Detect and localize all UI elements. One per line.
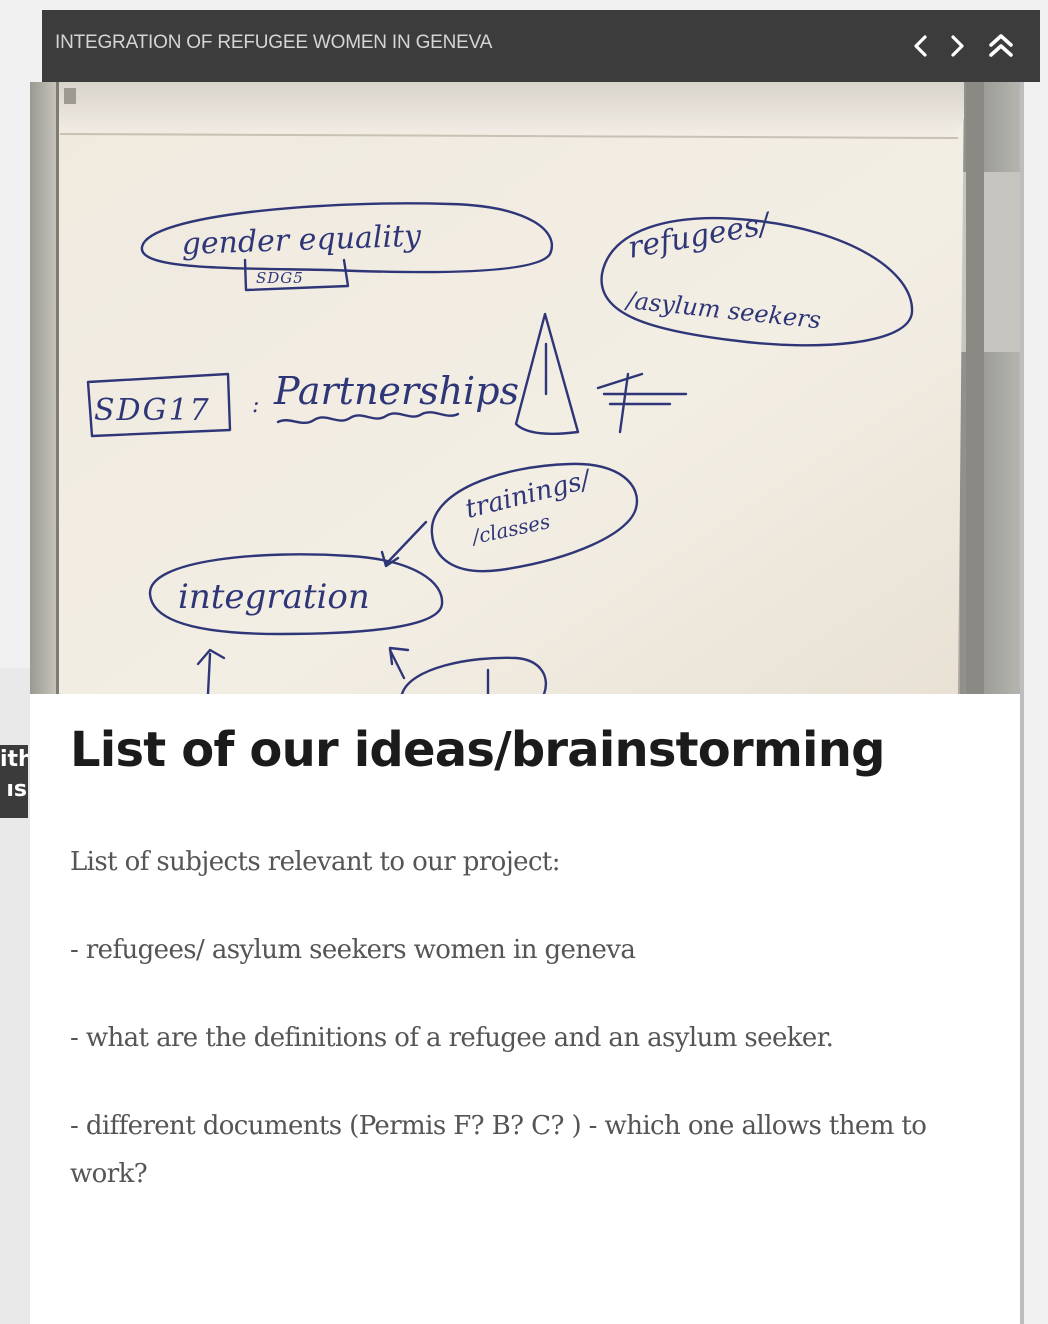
content-card: gender equality SDG5 refugees/ /asylum s… <box>30 82 1020 1324</box>
paragraph-refugees: - refugees/ asylum seekers women in gene… <box>70 934 636 965</box>
scroll-to-top-button[interactable] <box>984 28 1018 64</box>
photo-word-partnerships: Partnerships <box>273 369 519 413</box>
chevron-right-icon <box>951 35 964 57</box>
background-card-text-line2: ıs <box>6 777 27 802</box>
photo-word-integration: integration <box>178 577 370 617</box>
brainstorm-photo: gender equality SDG5 refugees/ /asylum s… <box>30 82 1020 694</box>
background-card-text-line1: ith <box>0 747 28 772</box>
photo-word-sdg17: SDG17 <box>94 393 211 428</box>
post-content: List of our ideas/brainstorming List of … <box>70 722 970 1198</box>
photo-word-sdg5: SDG5 <box>256 269 304 287</box>
background-card-tab[interactable]: ith ıs <box>0 745 28 818</box>
post-heading: List of our ideas/brainstorming <box>70 722 885 778</box>
page-title: INTEGRATION OF REFUGEE WOMEN IN GENEVA <box>55 32 493 53</box>
photo-word-colon: : <box>252 393 259 418</box>
top-bar: INTEGRATION OF REFUGEE WOMEN IN GENEVA <box>42 10 1040 82</box>
next-button[interactable] <box>940 28 974 64</box>
paragraph-intro: List of subjects relevant to our project… <box>70 846 561 877</box>
paragraph-definitions: - what are the definitions of a refugee … <box>70 1022 834 1053</box>
double-chevron-up-icon <box>989 34 1013 57</box>
paragraph-documents: - different documents (Permis F? B? C? )… <box>70 1110 927 1189</box>
card-edge <box>1020 82 1024 1324</box>
chevron-left-icon <box>914 35 927 57</box>
previous-button[interactable] <box>904 28 938 64</box>
flipchart-image: gender equality SDG5 refugees/ /asylum s… <box>30 82 1020 694</box>
